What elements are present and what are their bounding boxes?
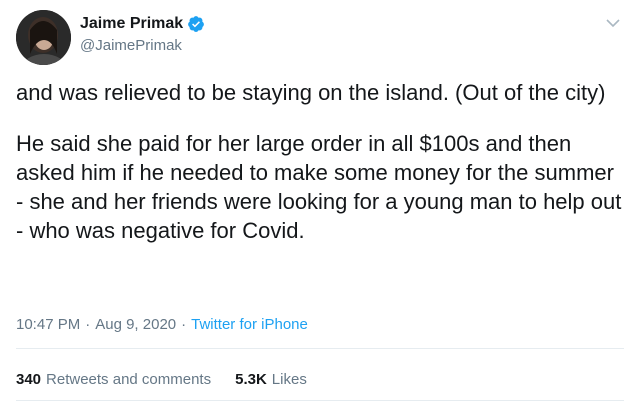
- tweet-card: Jaime Primak @JaimePrimak and was reliev…: [0, 0, 640, 406]
- chevron-down-icon[interactable]: [602, 12, 624, 34]
- divider: [16, 400, 624, 401]
- likes-label: Likes: [271, 371, 307, 388]
- meta-separator: ·: [85, 316, 91, 333]
- meta-separator: ·: [181, 316, 187, 333]
- display-name-row: Jaime Primak: [80, 13, 205, 35]
- author-names: Jaime Primak @JaimePrimak: [80, 13, 205, 54]
- likes-stat[interactable]: 5.3K Likes: [235, 371, 307, 388]
- tweet-date[interactable]: Aug 9, 2020: [95, 316, 176, 333]
- tweet-stats: 340 Retweets and comments 5.3K Likes: [16, 371, 307, 388]
- author-handle[interactable]: @JaimePrimak: [80, 37, 205, 54]
- retweets-stat[interactable]: 340 Retweets and comments: [16, 371, 211, 388]
- tweet-text: and was relieved to be staying on the is…: [16, 78, 624, 267]
- retweets-count: 340: [16, 371, 42, 388]
- tweet-meta: 10:47 PM · Aug 9, 2020 · Twitter for iPh…: [16, 316, 308, 333]
- divider: [16, 348, 624, 349]
- tweet-source-link[interactable]: Twitter for iPhone: [191, 316, 308, 333]
- retweets-label: Retweets and comments: [46, 371, 212, 388]
- tweet-header: Jaime Primak @JaimePrimak: [16, 10, 624, 66]
- tweet-paragraph: and was relieved to be staying on the is…: [16, 80, 606, 105]
- tweet-time[interactable]: 10:47 PM: [16, 316, 80, 333]
- tweet-paragraph: He said she paid for her large order in …: [16, 131, 622, 243]
- display-name[interactable]: Jaime Primak: [80, 15, 183, 33]
- verified-badge-icon: [187, 15, 205, 33]
- likes-count: 5.3K: [235, 371, 267, 388]
- avatar[interactable]: [16, 10, 71, 65]
